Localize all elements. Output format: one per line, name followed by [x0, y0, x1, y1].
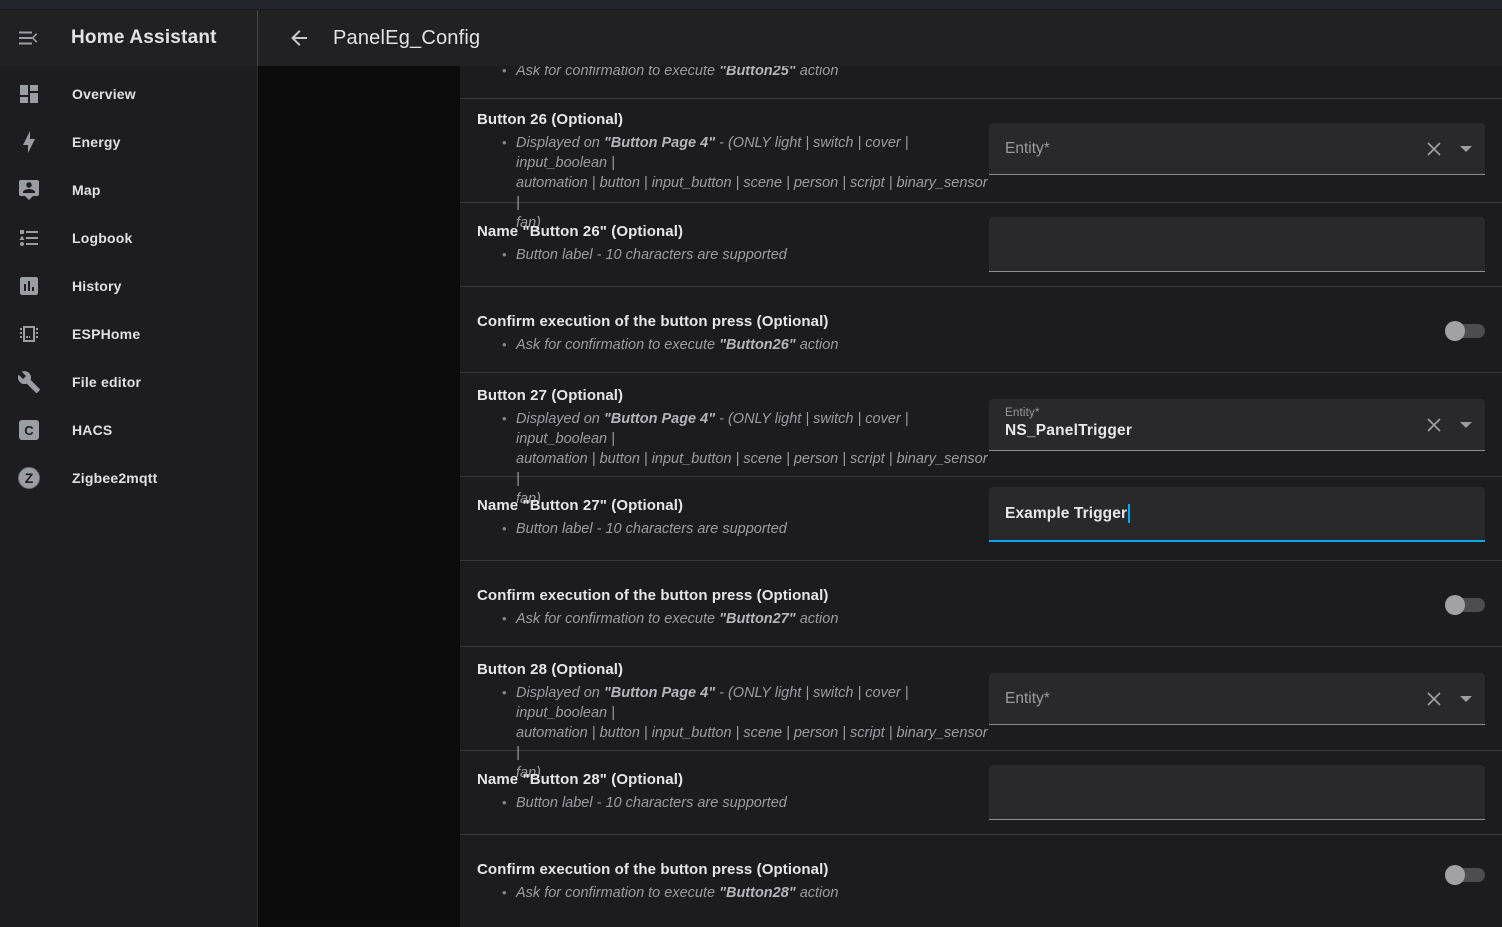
app-title: Home Assistant	[71, 27, 217, 49]
wrench-icon	[17, 370, 41, 394]
confirm-button27-title: Confirm execution of the button press (O…	[477, 587, 1445, 605]
sidebar-item-label: Energy	[72, 134, 121, 150]
page-header: PanelEg_Config	[258, 10, 1502, 66]
confirm-button27-description: • Ask for confirmation to execute "Butto…	[502, 609, 1445, 629]
hacs-icon: C	[17, 418, 41, 442]
sidebar-item-label: File editor	[72, 374, 141, 390]
sidebar-item-map[interactable]: Map	[0, 166, 257, 214]
app-header: Home Assistant PanelEg_Config	[0, 10, 1502, 66]
button27-name-input[interactable]: Example Trigger	[989, 487, 1485, 542]
name-button28-description: • Button label - 10 characters are suppo…	[502, 793, 989, 813]
chevron-down-icon[interactable]	[1460, 146, 1472, 152]
entity-placeholder: Entity*	[1005, 690, 1050, 708]
sidebar: Overview Energy Map Logbook History	[0, 66, 258, 927]
button26-title: Button 26 (Optional)	[477, 111, 989, 129]
list-icon	[17, 226, 41, 250]
sidebar-item-label: ESPHome	[72, 326, 140, 342]
sidebar-item-overview[interactable]: Overview	[0, 70, 257, 118]
sidebar-toggle-icon	[17, 26, 41, 50]
button26-entity-select[interactable]: Entity*	[989, 123, 1485, 175]
name-button26-description: • Button label - 10 characters are suppo…	[502, 245, 989, 265]
entity-float-label: Entity*	[1005, 407, 1040, 419]
button28-title: Button 28 (Optional)	[477, 661, 989, 679]
sidebar-item-label: History	[72, 278, 122, 294]
sidebar-item-esphome[interactable]: ESPHome	[0, 310, 257, 358]
sidebar-item-file-editor[interactable]: File editor	[0, 358, 257, 406]
confirm-button26-description: • Ask for confirmation to execute "Butto…	[502, 335, 1445, 355]
button27-confirm-toggle[interactable]	[1445, 595, 1485, 615]
button28-entity-select[interactable]: Entity*	[989, 673, 1485, 725]
sidebar-item-label: Zigbee2mqtt	[72, 470, 157, 486]
sidebar-item-label: Overview	[72, 86, 136, 102]
dashboard-icon	[17, 82, 41, 106]
page-title: PanelEg_Config	[333, 27, 480, 50]
sidebar-item-history[interactable]: History	[0, 262, 257, 310]
lightning-icon	[17, 130, 41, 154]
confirm-button26-title: Confirm execution of the button press (O…	[477, 313, 1445, 331]
tooltip-account-icon	[17, 178, 41, 202]
sidebar-item-hacs[interactable]: C HACS	[0, 406, 257, 454]
row-confirm-button25-clipped: • Ask for confirmation to execute "Butto…	[460, 66, 1502, 99]
button27-title: Button 27 (Optional)	[477, 387, 989, 405]
row-button28-confirm: Confirm execution of the button press (O…	[460, 835, 1502, 927]
button26-name-input[interactable]	[989, 217, 1485, 272]
confirm-button28-description: • Ask for confirmation to execute "Butto…	[502, 883, 1445, 903]
clear-icon[interactable]	[1425, 140, 1443, 158]
row-button26-name: Name "Button 26" (Optional) • Button lab…	[460, 203, 1502, 287]
text-cursor	[1128, 504, 1130, 523]
row-button28-name: Name "Button 28" (Optional) • Button lab…	[460, 751, 1502, 835]
zigbee-icon: Z	[17, 466, 41, 490]
sidebar-item-label: Logbook	[72, 230, 133, 246]
sidebar-item-label: Map	[72, 182, 101, 198]
clear-icon[interactable]	[1425, 690, 1443, 708]
row-button27-entity: Button 27 (Optional) • Displayed on "But…	[460, 373, 1502, 477]
chevron-down-icon[interactable]	[1460, 696, 1472, 702]
sidebar-toggle-button[interactable]	[17, 26, 41, 50]
name-button28-title: Name "Button 28" (Optional)	[477, 771, 989, 789]
arrow-left-icon	[287, 26, 311, 50]
back-button[interactable]	[287, 26, 311, 50]
config-form: • Ask for confirmation to execute "Butto…	[460, 66, 1502, 927]
row-button26-confirm: Confirm execution of the button press (O…	[460, 287, 1502, 373]
window-top-strip	[0, 0, 1502, 10]
chevron-down-icon[interactable]	[1460, 422, 1472, 428]
button26-confirm-toggle[interactable]	[1445, 321, 1485, 341]
button28-confirm-toggle[interactable]	[1445, 865, 1485, 885]
confirm-button28-title: Confirm execution of the button press (O…	[477, 861, 1445, 879]
button28-name-input[interactable]	[989, 765, 1485, 820]
sidebar-item-label: HACS	[72, 422, 112, 438]
sidebar-nav: Overview Energy Map Logbook History	[0, 66, 257, 502]
name-button27-description: • Button label - 10 characters are suppo…	[502, 519, 989, 539]
chart-box-icon	[17, 274, 41, 298]
row-button26-entity: Button 26 (Optional) • Displayed on "But…	[460, 99, 1502, 203]
row-button27-confirm: Confirm execution of the button press (O…	[460, 561, 1502, 647]
row-button27-name: Name "Button 27" (Optional) • Button lab…	[460, 477, 1502, 561]
sidebar-header: Home Assistant	[0, 10, 258, 66]
button27-entity-value: NS_PanelTrigger	[1005, 422, 1132, 440]
confirm-button25-description: • Ask for confirmation to execute "Butto…	[502, 66, 1485, 81]
entity-placeholder: Entity*	[1005, 140, 1050, 158]
sidebar-item-energy[interactable]: Energy	[0, 118, 257, 166]
chip-icon	[17, 322, 41, 346]
clear-icon[interactable]	[1425, 416, 1443, 434]
button27-entity-select[interactable]: Entity* NS_PanelTrigger	[989, 399, 1485, 451]
name-button27-title: Name "Button 27" (Optional)	[477, 497, 989, 515]
row-button28-entity: Button 28 (Optional) • Displayed on "But…	[460, 647, 1502, 751]
name-button26-title: Name "Button 26" (Optional)	[477, 223, 989, 241]
sidebar-item-zigbee2mqtt[interactable]: Z Zigbee2mqtt	[0, 454, 257, 502]
sidebar-item-logbook[interactable]: Logbook	[0, 214, 257, 262]
